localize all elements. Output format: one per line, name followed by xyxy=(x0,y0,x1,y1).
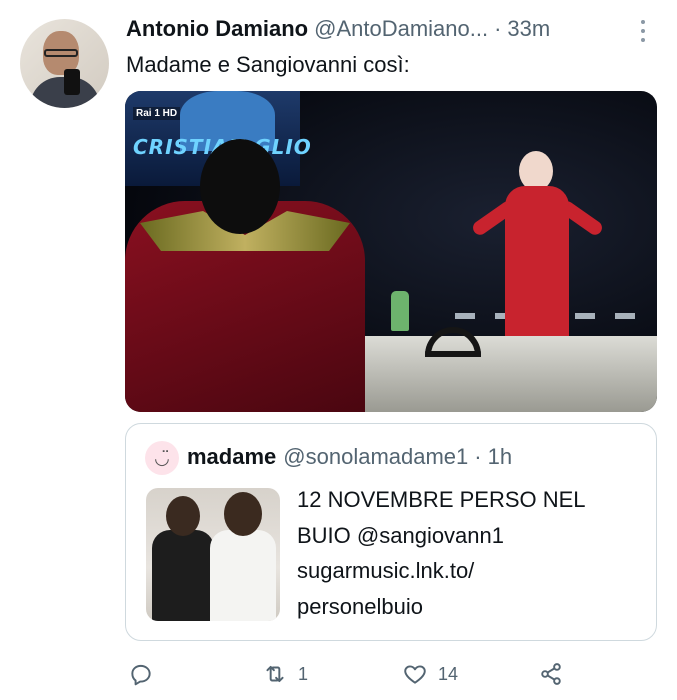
quoted-tweet[interactable]: ◡̈ madame @sonolamadame1 · 1h 12 NOVEMBR… xyxy=(125,423,657,641)
performer-head xyxy=(519,151,553,191)
like-count: 14 xyxy=(438,663,459,684)
retweet-button[interactable]: 1 xyxy=(262,656,308,692)
quoted-text-line: personelbuio xyxy=(297,593,423,619)
share-button[interactable] xyxy=(538,656,564,692)
heart-icon xyxy=(404,665,426,684)
quoted-handle[interactable]: @sonolamadame1 xyxy=(283,444,468,470)
quoted-text: 12 NOVEMBRE PERSO NEL BUIO @sangiovann1 … xyxy=(297,482,637,624)
retweet-icon xyxy=(266,665,284,683)
separator-dot: · xyxy=(494,16,502,41)
tweet-header: Antonio Damiano @AntoDamiano... · 33m xyxy=(126,16,637,46)
tweet-time[interactable]: 33m xyxy=(507,16,550,42)
quoted-text-line: sugarmusic.lnk.to/ xyxy=(297,558,475,583)
tweet-actions: 1 14 xyxy=(126,656,576,692)
thumb-person-2-head xyxy=(224,492,262,536)
thumb-person-2 xyxy=(210,530,276,621)
quoted-text-line: 12 NOVEMBRE PERSO NEL xyxy=(297,487,586,512)
thumb-person-1-head xyxy=(166,496,200,536)
tweet-media-image[interactable]: Rai 1 HD CRISTIAN GLIO xyxy=(125,91,657,412)
share-icon xyxy=(541,663,561,685)
retweet-count: 1 xyxy=(298,663,309,684)
judge-desk xyxy=(315,336,657,412)
channel-logo: Rai 1 HD xyxy=(133,107,181,120)
foreground-hair xyxy=(200,139,280,234)
quoted-thumbnail-image[interactable] xyxy=(146,488,280,621)
quoted-author-name[interactable]: madame xyxy=(187,444,276,470)
avatar-glasses xyxy=(44,49,78,57)
author-handle[interactable]: @AntoDamiano... xyxy=(314,16,488,42)
more-options-icon[interactable] xyxy=(636,20,650,42)
performer-figure xyxy=(505,186,569,346)
author-name[interactable]: Antonio Damiano xyxy=(126,16,308,42)
avatar-phone xyxy=(64,69,80,95)
quoted-header: madame @sonolamadame1 · 1h xyxy=(187,444,512,470)
reply-icon xyxy=(131,664,151,686)
separator-dot: · xyxy=(474,444,482,469)
tweet-text: Madame e Sangiovanni così: xyxy=(126,52,410,77)
thumb-person-1 xyxy=(152,530,214,621)
like-button[interactable]: 14 xyxy=(402,656,458,692)
quoted-avatar[interactable]: ◡̈ xyxy=(145,441,179,475)
water-bottle xyxy=(391,291,409,331)
quoted-text-line: BUIO @sangiovann1 xyxy=(297,522,505,548)
quoted-time[interactable]: 1h xyxy=(488,444,512,470)
author-avatar[interactable] xyxy=(20,19,109,108)
reply-button[interactable] xyxy=(128,656,154,692)
headphones xyxy=(425,327,481,357)
